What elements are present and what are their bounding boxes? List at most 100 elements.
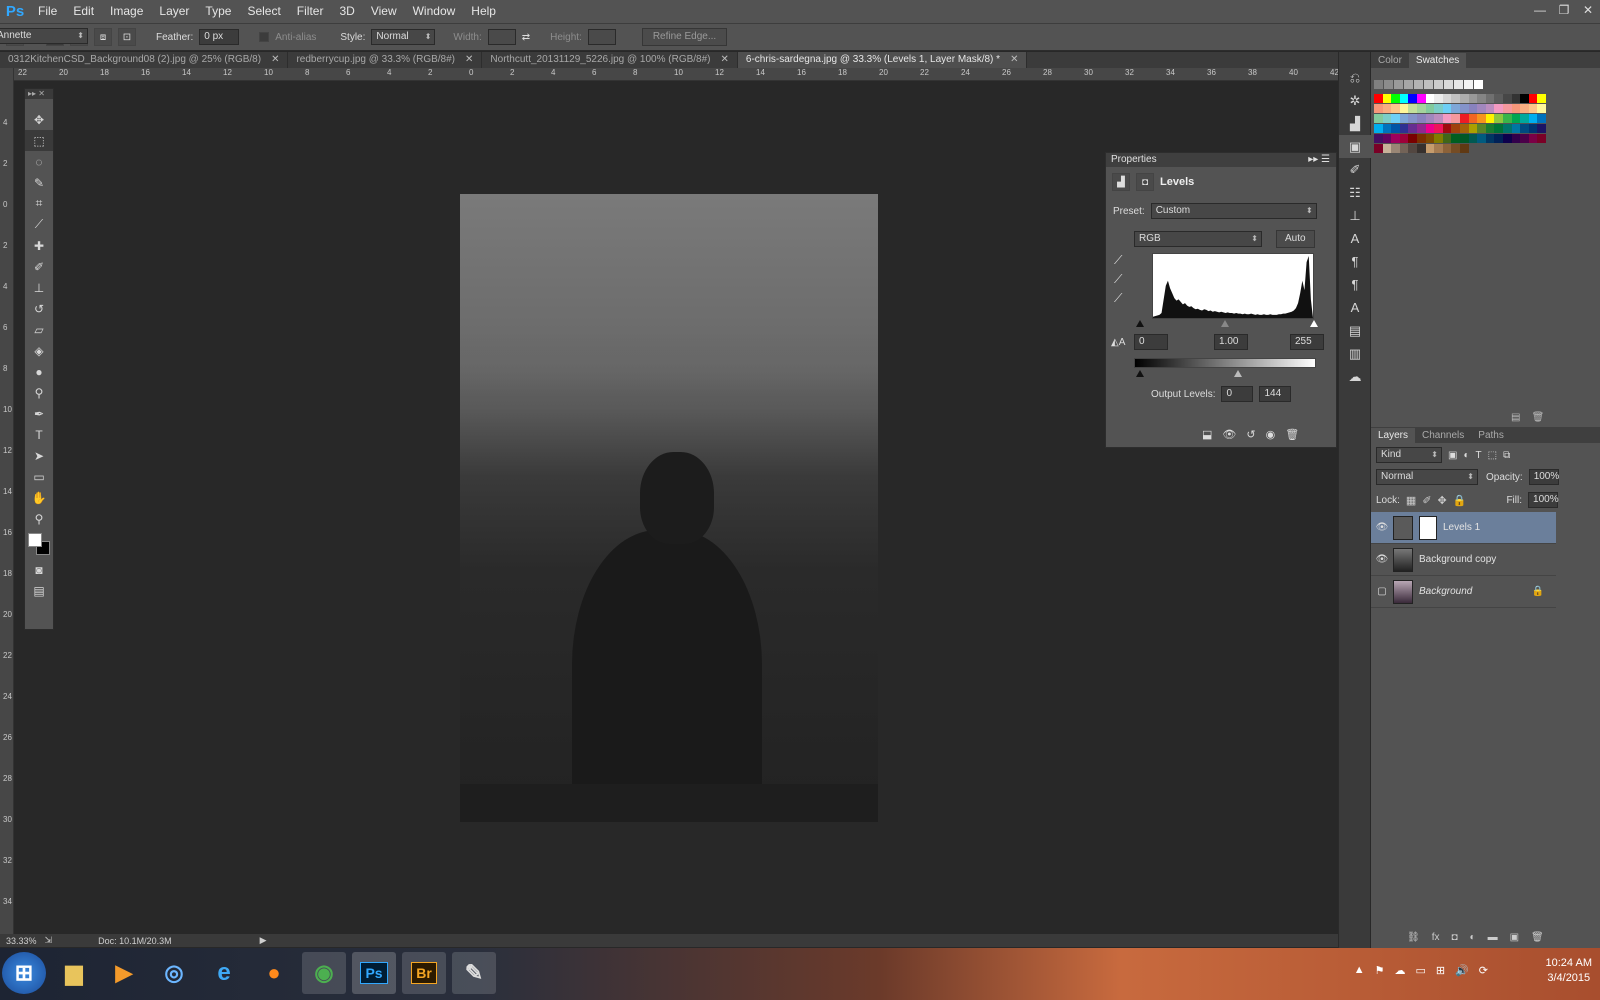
document-tab-active[interactable]: 6-chris-sardegna.jpg @ 33.3% (Levels 1, … — [737, 52, 1028, 68]
file-explorer-icon[interactable]: ▆ — [52, 952, 96, 994]
new-swatch-icon[interactable]: ▤ — [1511, 412, 1520, 423]
visibility-eye-icon[interactable]: 👁 — [1371, 522, 1393, 533]
firefox-icon[interactable]: ● — [252, 952, 296, 994]
delete-icon[interactable]: 🗑 — [1285, 428, 1299, 441]
close-button[interactable]: ✕ — [1576, 0, 1600, 23]
marquee-tool-icon[interactable]: ⬚ — [25, 130, 53, 151]
tab-layers[interactable]: Layers — [1371, 428, 1416, 443]
menu-help[interactable]: Help — [463, 0, 504, 23]
input-gamma-field[interactable]: 1.00 — [1214, 334, 1248, 350]
close-icon[interactable]: ✕ — [1010, 52, 1018, 68]
menu-view[interactable]: View — [363, 0, 405, 23]
tab-channels[interactable]: Channels — [1415, 428, 1471, 443]
filter-pixel-icon[interactable]: ▣ — [1448, 450, 1457, 461]
pen-tool-icon[interactable]: ✒ — [25, 403, 53, 424]
blur-tool-icon[interactable]: ● — [25, 361, 53, 382]
notes-panel-icon[interactable]: ▥ — [1339, 342, 1371, 365]
sync-icon[interactable]: ⟳ — [1479, 964, 1488, 977]
adjustments-panel-icon[interactable]: ▟ — [1339, 112, 1371, 135]
reset-icon[interactable]: ↺ — [1246, 428, 1255, 441]
subtract-selection-icon[interactable]: ⧈ — [94, 28, 112, 46]
fill-field[interactable]: 100% — [1528, 492, 1559, 508]
network-icon[interactable]: ⊞ — [1436, 964, 1445, 977]
filter-adjustment-icon[interactable]: ◐ — [1463, 450, 1469, 461]
new-adjustment-icon[interactable]: ◐ — [1470, 932, 1476, 943]
paint-bucket-tool-icon[interactable]: ◈ — [25, 340, 53, 361]
paint-icon[interactable]: ✎ — [452, 952, 496, 994]
swatch[interactable] — [1374, 80, 1383, 89]
tray-expand-icon[interactable]: ▲ — [1354, 964, 1365, 977]
lock-all-icon[interactable]: 🔒 — [1453, 494, 1467, 507]
mask-icon[interactable]: ◘ — [1136, 173, 1154, 191]
layer-name[interactable]: Background — [1419, 586, 1532, 597]
layer-kind-select[interactable]: Kind — [1376, 447, 1442, 463]
swatch[interactable] — [1404, 80, 1413, 89]
output-white-slider[interactable] — [1234, 370, 1242, 377]
history-brush-tool-icon[interactable]: ↺ — [25, 298, 53, 319]
brush-tool-icon[interactable]: ✐ — [25, 256, 53, 277]
history-panel-icon[interactable]: ⎌ — [1339, 66, 1371, 89]
menu-3d[interactable]: 3D — [331, 0, 362, 23]
visibility-icon[interactable]: ◉ — [1266, 428, 1276, 441]
export-icon[interactable]: ⇲ — [45, 935, 53, 946]
intersect-selection-icon[interactable]: ⊡ — [118, 28, 136, 46]
zoom-tool-icon[interactable]: ⚲ — [25, 508, 53, 529]
auto-button[interactable]: Auto — [1276, 230, 1315, 248]
layer-name[interactable]: Background copy — [1419, 554, 1496, 565]
actions-panel-icon[interactable]: ✲ — [1339, 89, 1371, 112]
height-input[interactable] — [587, 29, 616, 45]
output-black-field[interactable]: 0 — [1221, 386, 1254, 402]
clip-warning-icon[interactable]: ◭A — [1111, 337, 1125, 348]
foreground-color-swatch[interactable] — [28, 533, 42, 547]
swatch[interactable] — [1537, 94, 1547, 103]
menu-type[interactable]: Type — [197, 0, 239, 23]
swatch[interactable] — [1414, 80, 1423, 89]
menu-select[interactable]: Select — [239, 0, 288, 23]
tab-color[interactable]: Color — [1371, 53, 1409, 68]
chrome-icon[interactable]: ◉ — [302, 952, 346, 994]
paragraph-panel-icon[interactable]: ¶ — [1339, 250, 1371, 273]
color-swatches[interactable] — [25, 529, 53, 559]
black-point-eyedropper-icon[interactable]: ⟋ — [1114, 253, 1122, 268]
blend-mode-select[interactable]: Normal — [1376, 469, 1478, 485]
workspace-select[interactable]: Annette — [0, 28, 88, 44]
flag-icon[interactable]: ⚑ — [1375, 964, 1385, 977]
hand-tool-icon[interactable]: ✋ — [25, 487, 53, 508]
swatch[interactable] — [1384, 80, 1393, 89]
bridge-taskbar-button[interactable]: Br — [402, 952, 446, 994]
filter-smart-object-icon[interactable]: ⧉ — [1503, 450, 1510, 461]
close-icon[interactable]: ✕ — [465, 52, 473, 68]
input-white-field[interactable]: 255 — [1290, 334, 1324, 350]
internet-explorer-icon[interactable]: e — [202, 952, 246, 994]
media-player-icon[interactable]: ▶ — [102, 952, 146, 994]
filter-shape-icon[interactable]: ⬚ — [1488, 450, 1497, 461]
layer-row-background-copy[interactable]: 👁 Background copy — [1371, 544, 1556, 576]
new-group-icon[interactable]: ▬ — [1488, 932, 1498, 943]
swatch[interactable] — [1454, 80, 1463, 89]
zoom-level[interactable]: 33.33% — [6, 936, 37, 946]
panel-menu-icon[interactable]: ▸▸ ☰ — [1308, 153, 1330, 167]
properties-panel-icon[interactable]: ▣ — [1339, 135, 1371, 158]
filter-type-icon[interactable]: T — [1476, 450, 1482, 461]
menu-image[interactable]: Image — [102, 0, 151, 23]
input-sliders[interactable] — [1134, 319, 1318, 327]
rectangle-tool-icon[interactable]: ▭ — [25, 466, 53, 487]
link-layers-icon[interactable]: ⛓ — [1407, 932, 1420, 943]
levels-adjustment-icon[interactable]: ▟ — [1112, 173, 1130, 191]
character-styles-icon[interactable]: A — [1339, 296, 1371, 319]
layer-row-background[interactable]: ▢ Background 🔒 — [1371, 576, 1556, 608]
healing-brush-tool-icon[interactable]: ✚ — [25, 235, 53, 256]
visibility-eye-icon[interactable]: 👁 — [1371, 554, 1393, 565]
layer-row-levels[interactable]: 👁 Levels 1 — [1371, 512, 1556, 544]
view-previous-icon[interactable]: 👁 — [1222, 428, 1236, 441]
tab-paths[interactable]: Paths — [1471, 428, 1511, 443]
libraries-panel-icon[interactable]: ☁ — [1339, 365, 1371, 388]
clone-stamp-tool-icon[interactable]: ⊥ — [25, 277, 53, 298]
input-black-slider[interactable] — [1136, 320, 1144, 327]
start-orb-icon[interactable]: ⊞ — [2, 952, 46, 994]
screen-mode-icon[interactable]: ▤ — [25, 580, 53, 601]
swatch[interactable] — [1537, 134, 1547, 143]
new-layer-icon[interactable]: ▣ — [1510, 932, 1519, 943]
lock-position-icon[interactable]: ✥ — [1438, 494, 1447, 507]
taskbar-clock[interactable]: 10:24 AM 3/4/2015 — [1546, 956, 1592, 986]
